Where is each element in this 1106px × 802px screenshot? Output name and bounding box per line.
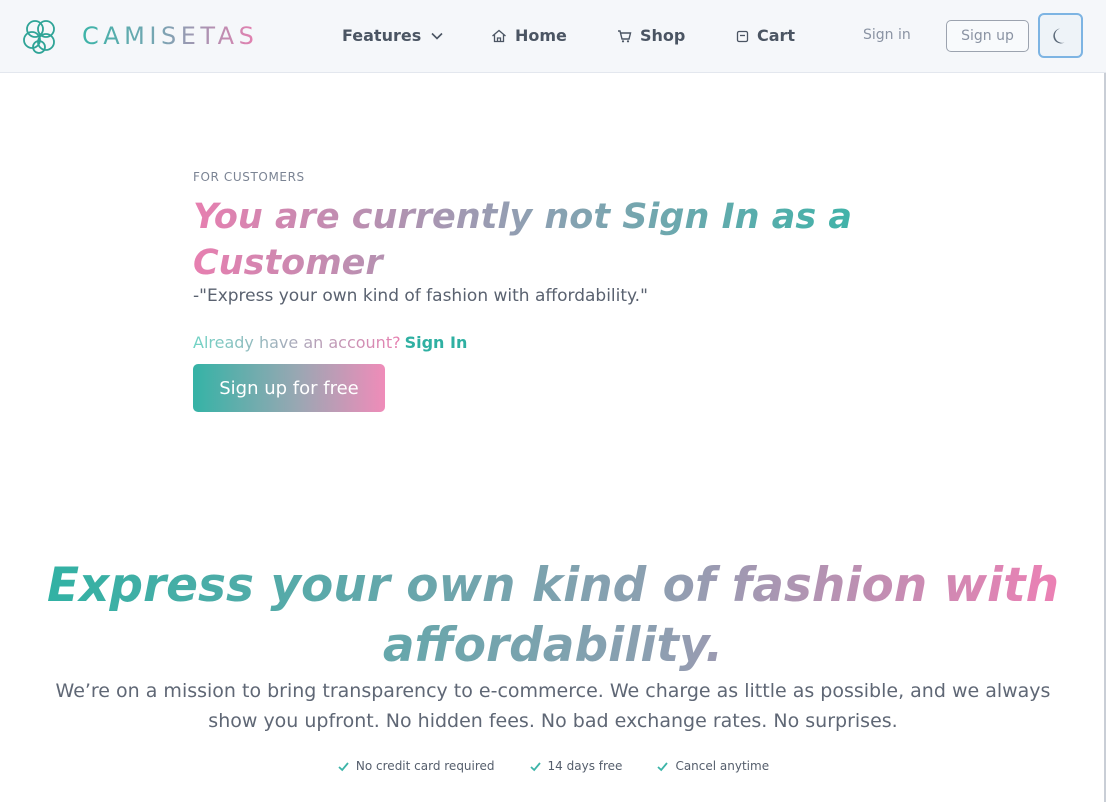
navbar: CAMISETAS Features Home Shop Cart Sign i…	[0, 0, 1106, 73]
check-icon	[657, 761, 669, 771]
hero-title: You are currently not Sign In as a Custo…	[193, 194, 873, 286]
perk-label: No credit card required	[355, 759, 495, 773]
perk-label: Cancel anytime	[675, 759, 770, 773]
perk-item: 14 days free	[529, 759, 623, 773]
theme-toggle-button[interactable]	[1038, 13, 1083, 58]
shopping-cart-icon	[617, 29, 632, 43]
nav-shop[interactable]: Shop	[617, 25, 685, 47]
nav-cart-label: Cart	[757, 26, 796, 45]
already-account-line: Already have an account? Sign In	[193, 333, 467, 352]
nav-home[interactable]: Home	[491, 25, 567, 47]
home-icon	[491, 29, 507, 43]
perk-item: No credit card required	[337, 759, 495, 773]
circles-logo-icon	[23, 20, 55, 54]
hero-signin-link[interactable]: Sign In	[405, 333, 468, 352]
perks-list: No credit card required 14 days free Can…	[0, 759, 1106, 773]
logo-icon[interactable]	[22, 18, 59, 55]
signup-button[interactable]: Sign up	[946, 20, 1029, 52]
section-eyebrow: FOR CUSTOMERS	[193, 170, 305, 184]
check-icon	[529, 761, 541, 771]
already-account-text: Already have an account?	[193, 333, 401, 352]
nav-home-label: Home	[515, 26, 567, 45]
nav-shop-label: Shop	[640, 26, 686, 45]
mission-text: We’re on a mission to bring transparency…	[55, 680, 1051, 732]
chevron-down-icon	[431, 32, 443, 40]
signin-link[interactable]: Sign in	[863, 27, 911, 43]
bag-icon	[736, 29, 749, 43]
perk-label: 14 days free	[547, 759, 623, 773]
moon-icon	[1052, 28, 1064, 43]
perk-item: Cancel anytime	[656, 759, 769, 773]
brand-name[interactable]: CAMISETAS	[82, 22, 258, 50]
signup-free-button[interactable]: Sign up for free	[193, 364, 385, 412]
mission-title: Express your own kind of fashion with af…	[30, 556, 1076, 676]
nav-features[interactable]: Features	[342, 25, 443, 47]
nav-cart[interactable]: Cart	[736, 25, 795, 47]
hero-quote: -"Express your own kind of fashion with …	[193, 286, 648, 306]
nav-features-label: Features	[342, 26, 422, 45]
check-icon	[338, 761, 349, 771]
